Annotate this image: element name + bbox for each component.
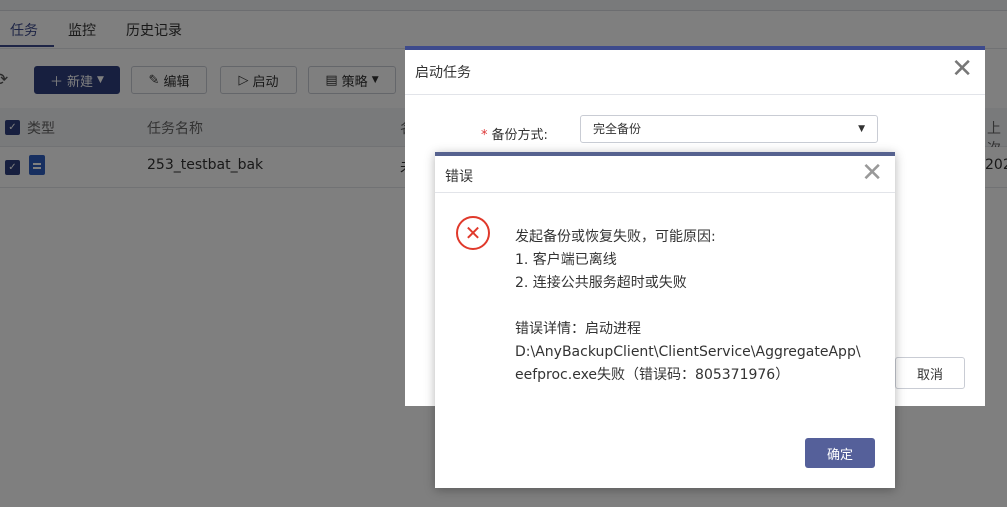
error-message: 发起备份或恢复失败，可能原因: 1. 客户端已离线 2. 连接公共服务超时或失败… xyxy=(515,226,875,387)
cancel-button[interactable]: 取消 xyxy=(895,357,965,389)
error-message-line: 1. 客户端已离线 xyxy=(515,252,617,268)
error-dialog: 错误 ✕ ✕ 发起备份或恢复失败，可能原因: 1. 客户端已离线 2. 连接公共… xyxy=(435,152,895,488)
ok-button[interactable]: 确定 xyxy=(805,438,875,468)
error-dialog-title: 错误 xyxy=(445,169,473,185)
error-detail-line: D:\AnyBackupClient\ClientService\Aggrega… xyxy=(515,344,861,360)
error-message-line: 2. 连接公共服务超时或失败 xyxy=(515,275,687,291)
backup-method-value: 完全备份 xyxy=(593,122,642,136)
error-message-line: 发起备份或恢复失败，可能原因: xyxy=(515,229,716,245)
close-icon[interactable]: ✕ xyxy=(861,158,883,188)
start-dialog-header: 启动任务 ✕ xyxy=(405,50,985,95)
backup-method-select[interactable]: 完全备份 ▼ xyxy=(580,115,878,143)
backup-method-label: * 备份方式: xyxy=(481,128,548,143)
error-dialog-header: 错误 ✕ xyxy=(435,156,895,193)
error-detail-line: eefproc.exe失败（错误码：805371976） xyxy=(515,367,790,383)
caret-down-icon: ▼ xyxy=(858,124,865,134)
error-icon: ✕ xyxy=(456,216,490,250)
required-marker: * xyxy=(481,128,488,143)
start-dialog-title: 启动任务 xyxy=(415,65,471,81)
error-detail-line: 错误详情：启动进程 xyxy=(515,321,641,337)
close-icon[interactable]: ✕ xyxy=(951,56,973,82)
